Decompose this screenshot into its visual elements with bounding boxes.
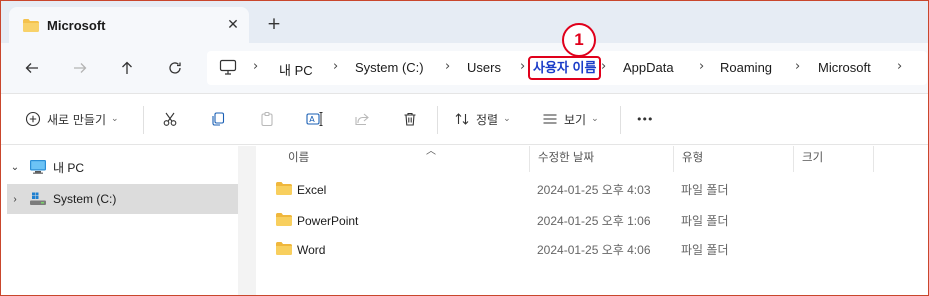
share-button[interactable] [354, 108, 370, 130]
new-button-label: 새로 만들기 [47, 112, 107, 127]
file-list: ︿ 이름 수정한 날짜 유형 크기 Excel 2024-01-25 오후 4:… [256, 146, 928, 295]
view-button-label: 보기 [564, 112, 587, 127]
delete-button[interactable] [402, 108, 418, 130]
toolbar-divider [437, 106, 438, 134]
paste-button[interactable] [259, 108, 275, 130]
file-name: Word [297, 243, 326, 257]
arrow-left-icon [25, 63, 38, 73]
sort-ascending-icon: ︿ [426, 146, 436, 157]
tab-title: Microsoft [47, 18, 106, 33]
scissors-icon [163, 112, 177, 126]
chevron-down-icon: ⌄ [591, 114, 599, 124]
new-button[interactable]: 새로 만들기 ⌄ [25, 108, 119, 130]
folder-icon [276, 242, 292, 258]
copy-icon [212, 112, 225, 126]
chevron-right-icon[interactable]: › [7, 194, 23, 205]
file-date: 2024-01-25 오후 1:06 [537, 214, 651, 228]
pc-icon [29, 159, 47, 175]
more-options-button[interactable]: ••• [636, 108, 653, 130]
drive-icon [29, 191, 47, 207]
breadcrumb-system-c[interactable]: System (C:) [355, 60, 424, 75]
tab-microsoft[interactable]: Microsoft ✕ [9, 7, 249, 43]
refresh-button[interactable] [164, 57, 186, 79]
sort-icon [455, 113, 469, 125]
clipboard-icon [261, 111, 273, 127]
view-button[interactable]: 보기 ⌄ [542, 108, 599, 130]
file-date: 2024-01-25 오후 4:03 [537, 183, 651, 197]
view-list-icon [543, 114, 557, 124]
breadcrumb-separator[interactable]: › [253, 59, 258, 74]
breadcrumb-appdata[interactable]: AppData [623, 60, 674, 75]
arrow-up-icon [122, 61, 132, 74]
copy-button[interactable] [210, 108, 226, 130]
refresh-icon [169, 62, 181, 74]
callout-number-badge: 1 [562, 23, 596, 57]
folder-icon [276, 213, 292, 229]
chevron-down-icon[interactable]: ⌄ [7, 162, 23, 173]
rename-button[interactable]: A [306, 108, 324, 130]
file-type: 파일 폴더 [681, 243, 729, 257]
column-header-type[interactable]: 유형 [674, 146, 794, 172]
column-header-name[interactable]: ︿ 이름 [280, 146, 530, 172]
folder-icon [276, 182, 292, 198]
sort-button-label: 정렬 [476, 112, 499, 127]
breadcrumb-separator[interactable]: › [601, 59, 606, 74]
tab-strip: Microsoft ✕ + [1, 1, 928, 43]
breadcrumb-separator[interactable]: › [445, 59, 450, 74]
arrow-right-icon [74, 63, 87, 73]
close-tab-icon[interactable]: ✕ [224, 16, 242, 34]
breadcrumb-separator[interactable]: › [333, 59, 338, 74]
folder-icon [23, 19, 39, 35]
toolbar-divider [143, 106, 144, 134]
sort-button[interactable]: 정렬 ⌄ [454, 108, 511, 130]
new-tab-button[interactable]: + [265, 15, 283, 33]
breadcrumb-microsoft[interactable]: Microsoft [818, 60, 871, 75]
file-name: Excel [297, 183, 327, 197]
breadcrumb-username[interactable]: 사용자 이름 [528, 56, 602, 80]
back-button[interactable] [21, 57, 43, 79]
command-bar: 새로 만들기 ⌄ A 정렬 ⌄ 보기 ⌄ ••• [1, 93, 928, 145]
tree-item-my-pc[interactable]: ⌄ 내 PC [7, 152, 238, 182]
trash-icon [404, 112, 416, 126]
breadcrumb-separator[interactable]: › [520, 59, 525, 74]
breadcrumb-my-pc[interactable]: 내 PC [279, 60, 313, 79]
navigation-bar: › 내 PC › System (C:) › Users › 사용자 이름 › … [1, 43, 928, 93]
svg-text:A: A [309, 115, 315, 124]
list-item[interactable]: PowerPoint 2024-01-25 오후 1:06 파일 폴더 [268, 207, 908, 235]
chevron-down-icon: ⌄ [111, 114, 119, 124]
file-name: PowerPoint [297, 214, 359, 228]
breadcrumb-users[interactable]: Users [467, 60, 501, 75]
breadcrumb-separator[interactable]: › [795, 59, 800, 74]
share-icon [355, 113, 369, 126]
column-header-date[interactable]: 수정한 날짜 [530, 146, 674, 172]
plus-circle-icon [25, 111, 41, 127]
file-type: 파일 폴더 [681, 214, 729, 228]
list-item[interactable]: Excel 2024-01-25 오후 4:03 파일 폴더 [268, 176, 908, 204]
tree-item-label: 내 PC [53, 160, 85, 175]
column-header-size[interactable]: 크기 [794, 146, 874, 172]
breadcrumb-separator[interactable]: › [699, 59, 704, 74]
breadcrumb-separator[interactable]: › [897, 59, 902, 74]
forward-button[interactable] [69, 57, 91, 79]
file-date: 2024-01-25 오후 4:06 [537, 243, 651, 257]
address-bar[interactable]: › 내 PC › System (C:) › Users › 사용자 이름 › … [207, 51, 927, 85]
file-type: 파일 폴더 [681, 183, 729, 197]
breadcrumb-roaming[interactable]: Roaming [720, 60, 772, 75]
tree-item-system-c[interactable]: › System (C:) [7, 184, 238, 214]
rename-icon: A [306, 112, 323, 126]
pc-icon[interactable] [219, 59, 237, 79]
list-item[interactable]: Word 2024-01-25 오후 4:06 파일 폴더 [268, 236, 908, 264]
chevron-down-icon: ⌄ [503, 114, 511, 124]
cut-button[interactable] [162, 108, 178, 130]
tree-item-label: System (C:) [53, 192, 117, 206]
toolbar-divider [620, 106, 621, 134]
up-button[interactable] [116, 57, 138, 79]
pane-splitter[interactable] [238, 146, 256, 295]
navigation-pane: ⌄ 내 PC › System (C:) [1, 146, 241, 295]
